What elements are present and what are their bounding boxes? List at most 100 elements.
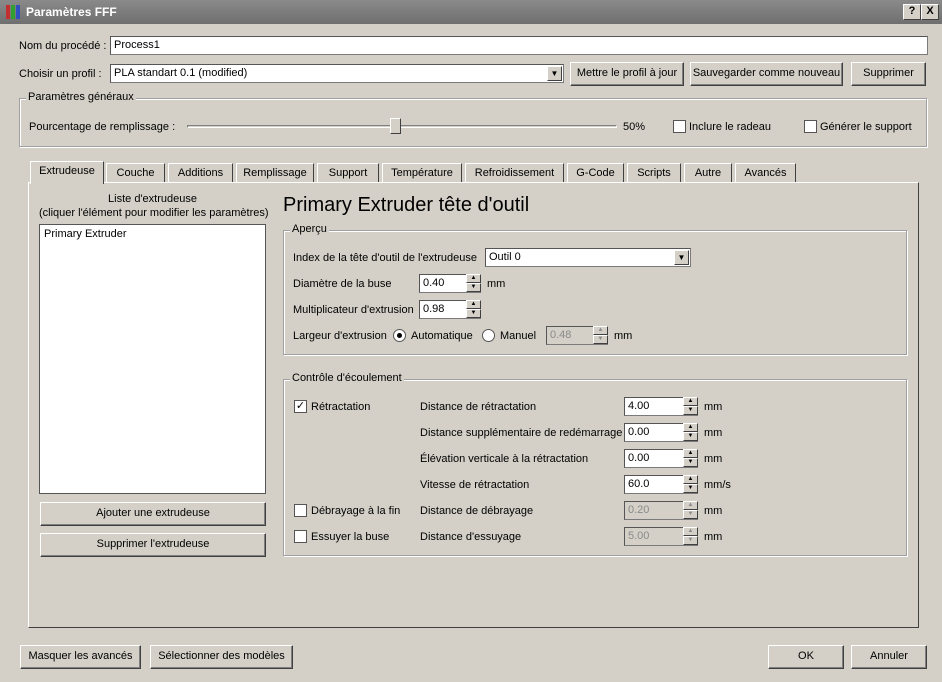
add-extruder-button[interactable]: Ajouter une extrudeuse xyxy=(40,502,266,526)
retraction-checkbox[interactable]: ✓ xyxy=(294,400,307,413)
tab-cooling[interactable]: Refroidissement xyxy=(465,163,564,183)
process-name-input[interactable]: Process1 xyxy=(110,36,928,55)
restart-distance-stepper[interactable]: 0.00 ▲ ▼ xyxy=(624,423,698,442)
chevron-down-icon[interactable]: ▼ xyxy=(547,66,562,81)
spin-up-icon[interactable]: ▲ xyxy=(683,527,698,536)
spin-up-icon[interactable]: ▲ xyxy=(683,449,698,458)
width-auto-radio[interactable] xyxy=(393,329,406,342)
spin-up-icon[interactable]: ▲ xyxy=(683,423,698,432)
fill-slider-thumb[interactable] xyxy=(390,118,401,134)
wipe-distance-stepper[interactable]: 5.00 ▲ ▼ xyxy=(624,527,698,546)
flow-control-title: Contrôle d'écoulement xyxy=(290,372,404,384)
spin-down-icon[interactable]: ▼ xyxy=(593,335,608,344)
vertical-lift-unit: mm xyxy=(704,453,723,465)
save-as-new-button[interactable]: Sauvegarder comme nouveau xyxy=(690,62,843,86)
hide-advanced-button[interactable]: Masquer les avancés xyxy=(20,645,141,669)
tab-support[interactable]: Support xyxy=(317,163,379,183)
tab-other[interactable]: Autre xyxy=(684,163,732,183)
extrusion-width-unit: mm xyxy=(614,330,633,342)
extruder-list-header: Liste d'extrudeuse xyxy=(108,193,197,205)
coast-distance-stepper[interactable]: 0.20 ▲ ▼ xyxy=(624,501,698,520)
help-button[interactable]: ? xyxy=(903,4,921,20)
retraction-distance-unit: mm xyxy=(704,401,723,413)
cancel-button[interactable]: Annuler xyxy=(851,645,927,669)
delete-profile-button[interactable]: Supprimer xyxy=(851,62,926,86)
tab-additions[interactable]: Additions xyxy=(168,163,233,183)
restart-distance-label: Distance supplémentaire de redémarrage xyxy=(420,427,623,439)
general-settings-title: Paramètres généraux xyxy=(26,91,136,103)
overview-title: Aperçu xyxy=(290,223,329,235)
spin-up-icon[interactable]: ▲ xyxy=(466,274,481,283)
support-checkbox[interactable] xyxy=(804,120,817,133)
wipe-distance-unit: mm xyxy=(704,531,723,543)
fill-slider-track[interactable] xyxy=(187,125,617,128)
ok-button[interactable]: OK xyxy=(768,645,844,669)
vertical-lift-stepper[interactable]: 0.00 ▲ ▼ xyxy=(624,449,698,468)
tab-temperature[interactable]: Température xyxy=(382,163,462,183)
tool-index-select[interactable]: Outil 0 ▼ xyxy=(485,248,691,267)
extrusion-multiplier-label: Multiplicateur d'extrusion xyxy=(293,304,414,316)
spin-down-icon[interactable]: ▼ xyxy=(683,536,698,545)
nozzle-diameter-stepper[interactable]: 0.40 ▲ ▼ xyxy=(419,274,481,293)
coast-label: Débrayage à la fin xyxy=(311,505,401,517)
manual-width-stepper[interactable]: 0.48 ▲ ▼ xyxy=(546,326,608,345)
chevron-down-icon[interactable]: ▼ xyxy=(674,250,689,265)
app-icon xyxy=(6,5,20,19)
raft-label: Inclure le radeau xyxy=(689,121,771,133)
retraction-speed-unit: mm/s xyxy=(704,479,731,491)
spin-down-icon[interactable]: ▼ xyxy=(683,406,698,415)
raft-checkbox[interactable] xyxy=(673,120,686,133)
tab-scripts[interactable]: Scripts xyxy=(627,163,681,183)
spin-down-icon[interactable]: ▼ xyxy=(683,458,698,467)
tab-infill[interactable]: Remplissage xyxy=(236,163,314,183)
width-manual-radio[interactable] xyxy=(482,329,495,342)
coast-checkbox[interactable] xyxy=(294,504,307,517)
profile-select-value: PLA standart 0.1 (modified) xyxy=(114,67,248,79)
spin-down-icon[interactable]: ▼ xyxy=(683,432,698,441)
extrusion-multiplier-stepper[interactable]: 0.98 ▲ ▼ xyxy=(419,300,481,319)
wipe-label: Essuyer la buse xyxy=(311,531,390,543)
remove-extruder-button[interactable]: Supprimer l'extrudeuse xyxy=(40,533,266,557)
tool-index-label: Index de la tête d'outil de l'extrudeuse xyxy=(293,252,477,264)
process-name-label: Nom du procédé : xyxy=(19,40,107,52)
profile-label: Choisir un profil : xyxy=(19,68,102,80)
spin-up-icon[interactable]: ▲ xyxy=(683,397,698,406)
retraction-label: Rétractation xyxy=(311,401,371,413)
tab-extruder[interactable]: Extrudeuse xyxy=(30,161,104,184)
coast-distance-label: Distance de débrayage xyxy=(420,505,534,517)
spin-up-icon[interactable]: ▲ xyxy=(683,475,698,484)
nozzle-diameter-label: Diamètre de la buse xyxy=(293,278,392,290)
tab-gcode[interactable]: G-Code xyxy=(567,163,624,183)
list-item[interactable]: Primary Extruder xyxy=(42,227,263,241)
extrusion-width-label: Largeur d'extrusion xyxy=(293,330,387,342)
fill-percentage-label: Pourcentage de remplissage : xyxy=(29,121,176,133)
tab-layer[interactable]: Couche xyxy=(106,163,165,183)
nozzle-diameter-unit: mm xyxy=(487,278,506,290)
width-auto-label: Automatique xyxy=(411,330,473,342)
spin-up-icon[interactable]: ▲ xyxy=(466,300,481,309)
vertical-lift-label: Élévation verticale à la rétractation xyxy=(420,453,589,465)
spin-down-icon[interactable]: ▼ xyxy=(683,484,698,493)
profile-select[interactable]: PLA standart 0.1 (modified) ▼ xyxy=(110,64,564,83)
spin-up-icon[interactable]: ▲ xyxy=(593,326,608,335)
retraction-speed-label: Vitesse de rétractation xyxy=(420,479,530,491)
retraction-distance-stepper[interactable]: 4.00 ▲ ▼ xyxy=(624,397,698,416)
update-profile-button[interactable]: Mettre le profil à jour xyxy=(570,62,684,86)
select-models-button[interactable]: Sélectionner des modèles xyxy=(150,645,293,669)
restart-distance-unit: mm xyxy=(704,427,723,439)
spin-down-icon[interactable]: ▼ xyxy=(466,283,481,292)
coast-distance-unit: mm xyxy=(704,505,723,517)
flow-control-group: Contrôle d'écoulement xyxy=(283,372,907,556)
extruder-list[interactable]: Primary Extruder xyxy=(39,224,266,494)
tab-advanced[interactable]: Avancés xyxy=(735,163,796,183)
spin-down-icon[interactable]: ▼ xyxy=(466,309,481,318)
spin-down-icon[interactable]: ▼ xyxy=(683,510,698,519)
extruder-heading: Primary Extruder tête d'outil xyxy=(283,194,530,216)
spin-up-icon[interactable]: ▲ xyxy=(683,501,698,510)
extruder-list-hint: (cliquer l'élément pour modifier les par… xyxy=(39,207,269,219)
fill-percentage-value: 50% xyxy=(623,121,646,133)
width-manual-label: Manuel xyxy=(500,330,537,342)
wipe-checkbox[interactable] xyxy=(294,530,307,543)
retraction-speed-stepper[interactable]: 60.0 ▲ ▼ xyxy=(624,475,698,494)
close-button[interactable]: X xyxy=(921,4,939,20)
